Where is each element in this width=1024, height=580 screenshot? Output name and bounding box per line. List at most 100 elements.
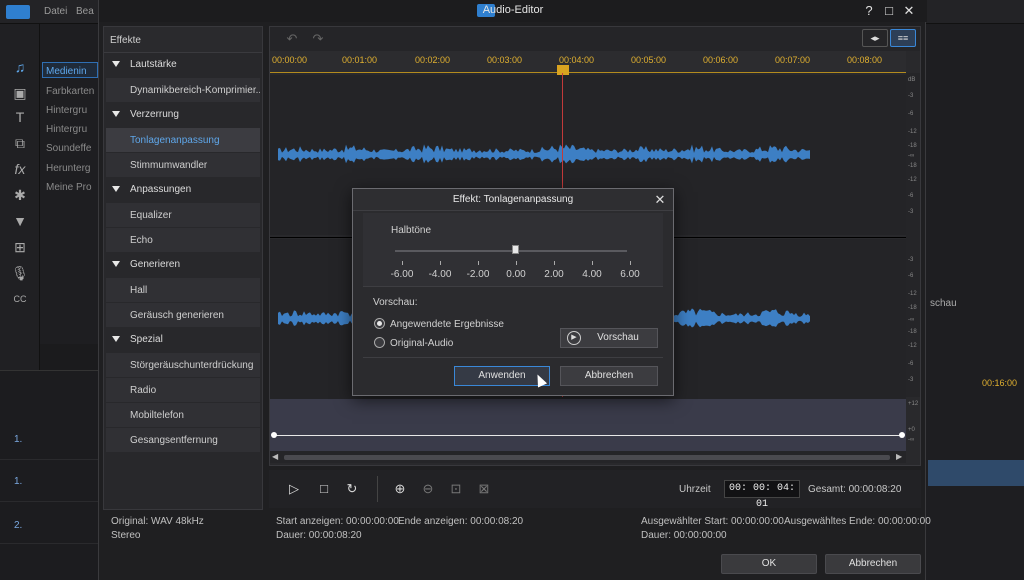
fx-icon[interactable]: fx (10, 160, 30, 178)
total-duration: Gesamt: 00:00:08:20 (808, 484, 902, 495)
title-text-icon[interactable]: T (10, 108, 30, 126)
slider-tick (402, 261, 403, 265)
help-icon[interactable]: ? (861, 3, 877, 19)
envelope-keyframe[interactable] (271, 432, 277, 438)
slider-tick (516, 261, 517, 265)
effects-panel: Effekte Lautstärke Dynamikbereich-Kompri… (103, 26, 263, 510)
playhead-handle-icon[interactable] (557, 65, 569, 75)
zoom-in-icon[interactable]: ⊕ (391, 480, 409, 498)
category-verzerrung[interactable]: Verzerrung (104, 103, 262, 127)
effect-item[interactable]: Störgeräuschunterdrückung (106, 353, 260, 377)
original-format: Original: WAV 48kHz (111, 516, 204, 527)
close-icon[interactable]: ✕ (901, 3, 917, 19)
cancel-button[interactable]: Abbrechen (825, 554, 921, 574)
library-item[interactable]: Soundeffe (46, 143, 96, 154)
dialog-close-icon[interactable]: ✕ (652, 192, 668, 208)
scale-label: 6.00 (620, 269, 640, 280)
current-time-display[interactable]: 00: 00: 04: 01 (724, 480, 800, 510)
menu-datei[interactable]: Datei (44, 6, 67, 17)
semitone-slider-track[interactable] (395, 250, 627, 252)
scrollbar-thumb[interactable] (284, 455, 890, 460)
split-channel-view-button[interactable]: ≡≡ (890, 29, 916, 47)
library-item[interactable]: Hintergru (46, 124, 96, 135)
effect-item[interactable]: Echo (106, 228, 260, 252)
particle-icon[interactable]: ✱ (10, 186, 30, 204)
ruler-label: 00:01:00 (342, 55, 378, 65)
option-applied-label[interactable]: Angewendete Ergebnisse (390, 319, 504, 330)
transport-divider (377, 476, 378, 502)
maximize-icon[interactable]: □ (881, 3, 897, 19)
preview-button[interactable]: ▶ Vorschau (560, 328, 658, 348)
repeat-icon[interactable]: ↻ (343, 480, 361, 498)
ruler-label: 00:06:00 (703, 55, 739, 65)
microphone-icon[interactable]: 🎙 (10, 264, 30, 282)
chapter-icon[interactable]: ⊞ (10, 238, 30, 256)
radio-applied-results[interactable] (374, 318, 385, 329)
category-lautstaerke[interactable]: Lautstärke (104, 53, 262, 77)
option-original-label[interactable]: Original-Audio (390, 338, 453, 349)
stereo-view-button[interactable]: ◂▸ (862, 29, 888, 47)
effect-item[interactable]: Gesangsentfernung (106, 428, 260, 452)
zoom-out-icon[interactable]: ⊖ (419, 480, 437, 498)
library-item[interactable]: Meine Pro (46, 182, 96, 193)
effect-item[interactable]: Radio (106, 378, 260, 402)
ok-button[interactable]: OK (721, 554, 817, 574)
display-duration: Dauer: 00:00:08:20 (276, 530, 362, 541)
scale-label: -6.00 (390, 269, 414, 280)
envelope-scale-label: +12 (908, 401, 919, 407)
selected-start: Ausgewählter Start: 00:00:00:00 (641, 516, 784, 527)
play-icon[interactable]: ▷ (285, 480, 303, 498)
effect-item-selected[interactable]: Tonlagenanpassung (106, 128, 260, 152)
expand-triangle-icon (112, 336, 120, 342)
undo-icon[interactable]: ↶ (284, 31, 300, 47)
image-icon[interactable]: ▣ (10, 84, 30, 102)
semitone-label: Halbtöne (391, 225, 432, 236)
category-generieren[interactable]: Generieren (104, 253, 262, 277)
end-display: Ende anzeigen: 00:00:08:20 (398, 516, 524, 527)
slider-tick (440, 261, 441, 265)
scroll-right-icon[interactable]: ▶ (896, 452, 902, 461)
radio-original-audio[interactable] (374, 337, 385, 348)
redo-icon[interactable]: ↷ (310, 31, 326, 47)
effect-item[interactable]: Hall (106, 278, 260, 302)
slider-tick (554, 261, 555, 265)
db-scale: dB -3 -6 -12 -18 -∞ -18 -12 -6 -3 -3 -6 … (906, 73, 920, 397)
category-anpassungen[interactable]: Anpassungen (104, 178, 262, 202)
dialog-cancel-button[interactable]: Abbrechen (560, 366, 658, 386)
ruler-label: 00:04:00 (559, 55, 595, 65)
scroll-left-icon[interactable]: ◀ (272, 452, 278, 461)
envelope-scale-label: +0 (908, 427, 915, 433)
wand-icon[interactable]: ▼ (10, 212, 30, 230)
play-circle-icon: ▶ (567, 331, 581, 345)
volume-envelope-line[interactable] (274, 435, 902, 436)
library-item[interactable]: Medienin (46, 66, 96, 77)
selected-end: Ausgewähltes Ende: 00:00:00:00 (784, 516, 931, 527)
menu-bearbeiten[interactable]: Bea (76, 6, 94, 17)
media-room-icon[interactable]: ♫ (10, 58, 30, 76)
transport-bar: ▷ □ ↻ ⊕ ⊖ ⊡ ⊠ Uhrzeit 00: 00: 04: 01 Ges… (269, 470, 921, 510)
effect-item[interactable]: Dynamikbereich-Komprimier... (106, 78, 260, 102)
category-spezial[interactable]: Spezial (104, 328, 262, 352)
stop-icon[interactable]: □ (315, 480, 333, 498)
scale-label: 4.00 (582, 269, 602, 280)
transition-icon[interactable]: ⧉ (10, 134, 30, 152)
zoom-selection-icon[interactable]: ⊠ (475, 480, 493, 498)
subtitle-icon[interactable]: CC (10, 290, 30, 308)
semitone-slider-thumb[interactable] (512, 245, 519, 254)
envelope-keyframe[interactable] (899, 432, 905, 438)
ruler-label: 00:02:00 (415, 55, 451, 65)
scale-label: -4.00 (428, 269, 452, 280)
effect-item[interactable]: Geräusch generieren (106, 303, 260, 327)
zoom-fit-icon[interactable]: ⊡ (447, 480, 465, 498)
timeline-clip[interactable] (928, 460, 1024, 486)
waveform-toolbar (270, 27, 920, 51)
effect-item[interactable]: Stimmumwandler (106, 153, 260, 177)
ruler-label: 00:03:00 (487, 55, 523, 65)
library-item[interactable]: Herunterg (46, 163, 96, 174)
library-item[interactable]: Hintergru (46, 105, 96, 116)
effect-item[interactable]: Equalizer (106, 203, 260, 227)
effect-item[interactable]: Mobiltelefon (106, 403, 260, 427)
ruler-label: 00:05:00 (631, 55, 667, 65)
library-item[interactable]: Farbkarten (46, 86, 96, 97)
expand-triangle-icon (112, 261, 120, 267)
